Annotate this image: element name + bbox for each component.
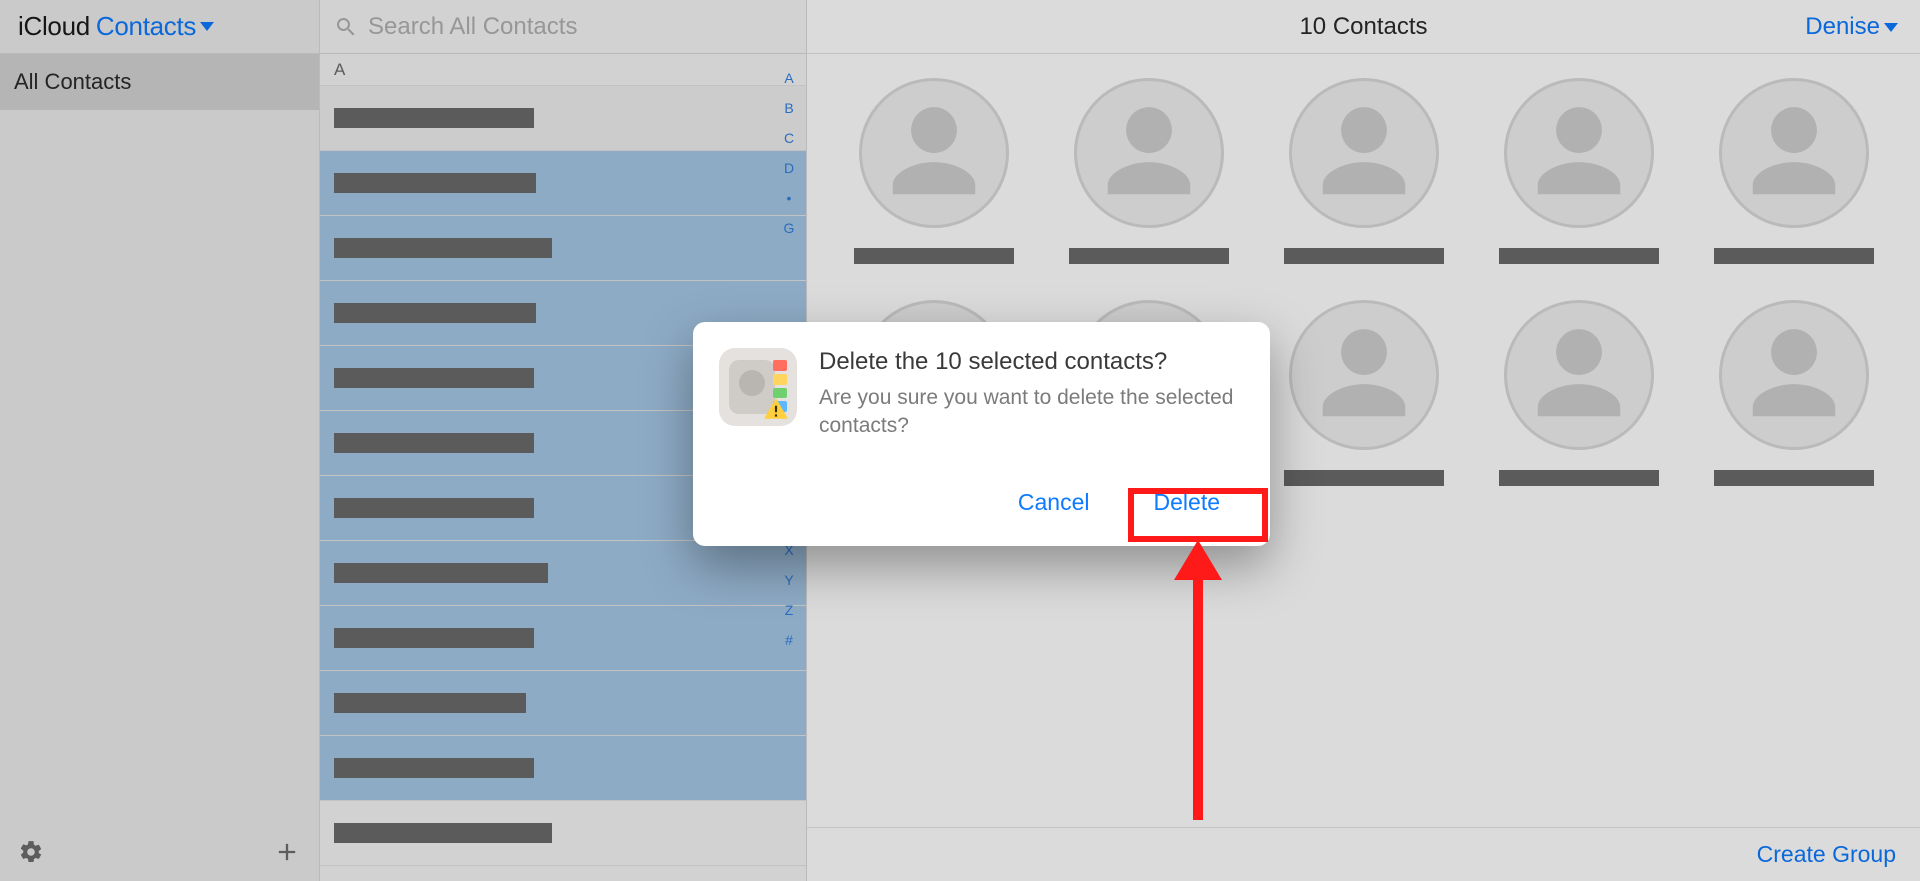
dialog-title: Delete the 10 selected contacts? — [819, 348, 1244, 376]
delete-confirm-dialog: Delete the 10 selected contacts? Are you… — [693, 322, 1270, 546]
contacts-app-warning-icon — [719, 348, 797, 426]
delete-button[interactable]: Delete — [1130, 479, 1244, 526]
cancel-button[interactable]: Cancel — [1012, 481, 1096, 524]
dialog-message: Are you sure you want to delete the sele… — [819, 384, 1244, 441]
